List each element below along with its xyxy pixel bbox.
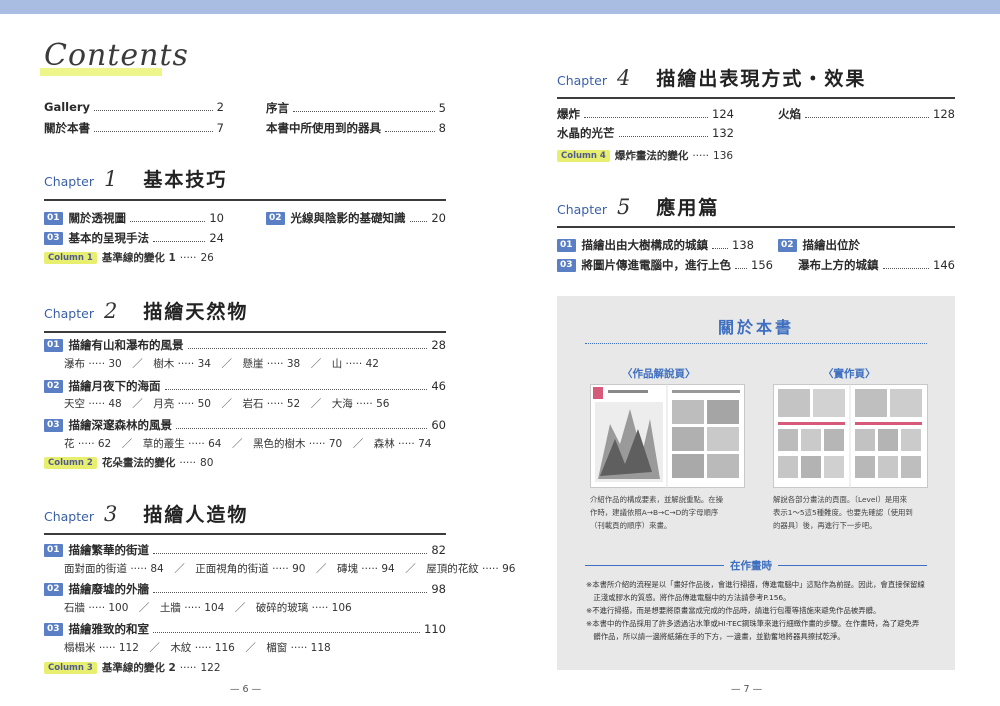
toc-entry: 02 光線與陰影的基礎知識 20 [266,210,446,226]
toc-entry: 03 描繪雅致的和室 110 [44,621,446,637]
chapter-heading: Chapter 2 描繪天然物 [44,299,249,323]
sub-entries: 花 ····· 62 ／ 草的叢生 ····· 64 ／ 黑色的樹木 ·····… [64,438,432,450]
chapter-rule [44,199,446,201]
toc-entry: 爆炸 124 [557,107,734,121]
toc-entry: 01 描繪出由大樹構成的城鎮 138 [557,237,754,253]
practice-description: 解說各部分畫法的頁面。〔Level〕是用來 表示1〜5這5種難度。也要先確認〔使… [773,495,913,530]
sub-entries: 瀑布 ····· 30 ／ 樹木 ····· 34 ／ 懸崖 ····· 38 … [64,358,379,370]
toc-entry: 03 描繪深邃森林的風景 60 [44,417,446,433]
page-number-right: — 7 — [731,684,763,695]
column-entry: Column 1 基準線的變化 1 ····· 26 [44,250,214,265]
toc-entry: 序言 5 [266,101,446,115]
column-entry: Column 3 基準線的變化 2 ····· 122 [44,660,221,675]
toc-entry: 03 將圖片傳進電腦中，進行上色 156 [557,257,773,273]
drawing-notes-label: 在作畫時 [724,558,778,573]
sub-entries: 天空 ····· 48 ／ 月亮 ····· 50 ／ 岩石 ····· 52 … [64,398,390,410]
explanation-description: 介紹作品的構成要素，並解說重點。在操 作時，建議依照A→B→C→D的字母順序 （… [590,495,724,530]
toc-entry: 本書中所使用到的器具 8 [266,121,446,135]
toc-entry: 01 關於透視圖 10 [44,210,224,226]
toc-entry: 02 描繪出位於 [778,237,955,253]
chapter-rule [557,226,955,228]
column-entry: Column 2 花朵畫法的變化 ····· 80 [44,455,213,470]
sample-label-left: 〈作品解說頁〉 [622,368,696,380]
about-title: 關於本書 [717,318,794,337]
about-divider [585,343,927,344]
sub-entries: 榻榻米 ····· 112 ／ 木紋 ····· 116 ／ 楣窗 ····· … [64,642,331,654]
chapter-heading: Chapter 1 基本技巧 [44,167,228,191]
chapter-heading: Chapter 4 描繪出表現方式・效果 [557,66,867,90]
chapter-rule [44,533,446,535]
contents-title: Contents [44,38,189,73]
sample-label-right: 〈實作頁〉 [823,368,876,380]
sample-spread-explanation [590,384,745,488]
top-color-band [0,0,1000,14]
sample-spread-practice [773,384,928,488]
toc-entry: 火焰 128 [778,107,955,121]
page-number-left: — 6 — [230,684,262,695]
toc-entry: 關於本書 7 [44,121,224,135]
toc-entry: 03 基本的呈現手法 24 [44,230,224,246]
toc-entry: 01 描繪有山和瀑布的風景 28 [44,337,446,353]
chapter-rule [44,331,446,333]
toc-entry-continued: 瀑布上方的城鎮 146 [798,258,955,272]
toc-entry: 02 描繪月夜下的海面 46 [44,378,446,394]
sub-entries: 石牆 ····· 100 ／ 土牆 ····· 104 ／ 破碎的玻璃 ····… [64,602,352,614]
drawing-notes: ※本書所介紹的流程是以「畫好作品後，會進行掃描，傳進電腦中」這點作為前提。因此，… [586,580,925,641]
chapter-heading: Chapter 5 應用篇 [557,195,720,219]
column-entry: Column 4 爆炸畫法的變化 ····· 136 [557,148,733,163]
chapter-rule [557,97,955,99]
sub-entries: 面對面的街道 ····· 84 ／ 正面視角的街道 ····· 90 ／ 磚塊 … [64,563,516,575]
toc-entry: Gallery 2 [44,100,224,114]
chapter-heading: Chapter 3 描繪人造物 [44,502,249,526]
toc-entry: 02 描繪廢墟的外牆 98 [44,581,446,597]
toc-entry: 01 描繪繁華的街道 82 [44,542,446,558]
toc-entry: 水晶的光芒 132 [557,126,734,140]
